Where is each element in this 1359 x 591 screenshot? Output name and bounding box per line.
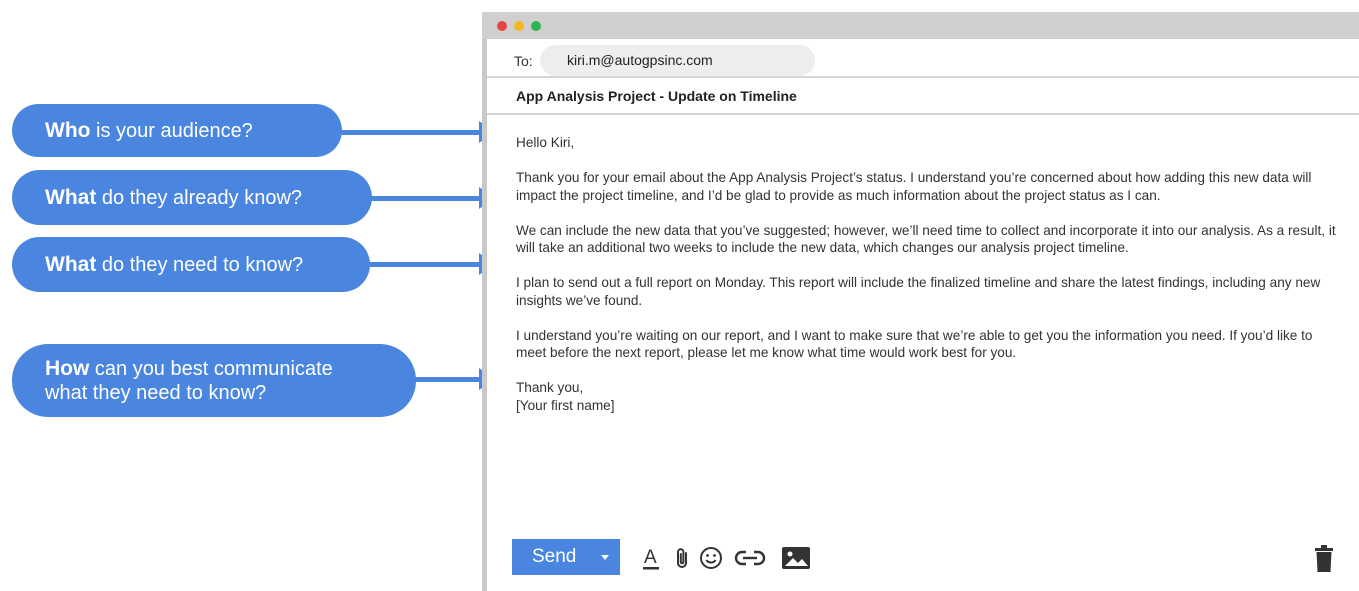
closing: Thank you, — [516, 380, 584, 395]
greeting: Hello Kiri, — [516, 135, 575, 150]
arrow-audience — [340, 121, 495, 143]
send-button[interactable]: Send — [512, 539, 620, 575]
callout-need-to-know: What do they need to know? — [12, 237, 370, 292]
insert-photo-icon[interactable] — [780, 545, 812, 571]
message-body[interactable]: Hello Kiri, Thank you for your email abo… — [516, 134, 1341, 414]
callout-text: can you best communicate — [89, 357, 333, 380]
format-text-icon[interactable]: A — [639, 545, 665, 571]
callout-text: is your audience? — [90, 119, 253, 142]
callout-text-line2: what they need to know? — [45, 381, 267, 404]
callout-audience: Who is your audience? — [12, 104, 342, 157]
arrow-already-know — [370, 187, 495, 209]
send-options-chevron-icon[interactable] — [601, 555, 609, 560]
close-window-button[interactable] — [497, 21, 507, 31]
divider — [487, 76, 1359, 78]
signature: [Your first name] — [516, 397, 615, 413]
attach-icon[interactable] — [670, 545, 696, 571]
minimize-window-button[interactable] — [514, 21, 524, 31]
arrow-need-to-know — [368, 253, 495, 275]
callout-text: do they already know? — [96, 186, 303, 209]
body-paragraph: Thank you for your email about the App A… — [516, 170, 1312, 203]
send-label: Send — [532, 546, 577, 567]
callout-communicate: How can you best communicate what they n… — [12, 344, 416, 417]
link-icon[interactable] — [732, 545, 768, 571]
callout-text: do they need to know? — [96, 253, 304, 276]
maximize-window-button[interactable] — [531, 21, 541, 31]
trash-icon[interactable] — [1313, 544, 1335, 574]
email-compose-window: To: kiri.m@autogpsinc.com App Analysis P… — [482, 12, 1359, 591]
arrow-communicate — [414, 368, 495, 390]
body-paragraph: I understand you’re waiting on our repor… — [516, 327, 1313, 361]
divider — [487, 113, 1359, 115]
callout-bold: How — [45, 356, 90, 380]
body-paragraph: We can include the new data that you’ve … — [516, 222, 1336, 256]
callout-already-know: What do they already know? — [12, 170, 372, 225]
svg-text:A: A — [644, 547, 657, 568]
recipient-chip[interactable]: kiri.m@autogpsinc.com — [540, 45, 815, 76]
emoji-icon[interactable] — [698, 545, 724, 571]
callout-bold: What — [45, 252, 97, 276]
to-label: To: — [514, 53, 533, 69]
callout-bold: What — [45, 185, 97, 209]
subject-field[interactable]: App Analysis Project - Update on Timelin… — [516, 88, 797, 104]
callout-bold: Who — [45, 118, 91, 142]
window-titlebar — [482, 12, 1359, 39]
body-paragraph: I plan to send out a full report on Mond… — [516, 275, 1321, 308]
